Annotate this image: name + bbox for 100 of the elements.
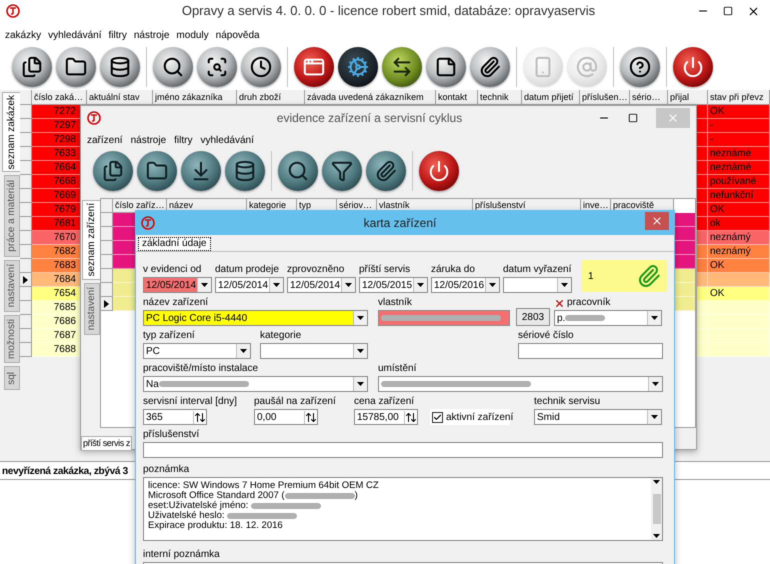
toolbar-button[interactable]	[93, 151, 133, 191]
toolbar-button[interactable]	[419, 151, 459, 191]
toolbar-button[interactable]	[338, 47, 378, 87]
field-label: pracoviště/místo instalace	[143, 363, 260, 375]
delete-icon[interactable]	[554, 298, 565, 308]
input-field[interactable]	[143, 442, 663, 458]
toolbar-button[interactable]	[137, 151, 177, 191]
close-button[interactable]	[645, 212, 669, 230]
table-cell: nefunkční	[710, 190, 754, 201]
side-tab[interactable]: možnosti	[4, 315, 20, 363]
date-field[interactable]: 12/05/2016	[431, 277, 500, 293]
toolbar-button[interactable]	[153, 47, 193, 87]
select-field[interactable]: PC Logic Core i5-4440	[143, 310, 368, 326]
menu-item[interactable]: vyhledávání	[200, 132, 254, 148]
window-title: evidence zařízení a servisní cyklus	[276, 110, 464, 127]
select-field[interactable]: Smid	[534, 409, 662, 425]
number-field[interactable]: 365	[143, 409, 207, 425]
field-label: poznámka	[143, 464, 190, 476]
toolbar-button[interactable]	[620, 47, 660, 87]
side-tab[interactable]: nastavení	[4, 260, 20, 312]
tab[interactable]: základní údaje	[138, 237, 210, 251]
power-icon	[428, 160, 450, 182]
date-field[interactable]: 12/05/2015	[359, 277, 428, 293]
table-cell: OK	[710, 204, 724, 215]
dropdown-arrow-icon	[240, 349, 247, 353]
toolbar-button[interactable]	[225, 151, 265, 191]
owner-button[interactable]: 2803	[516, 308, 550, 326]
toolbar-button[interactable]	[241, 47, 281, 87]
date-field[interactable]: 12/05/2014	[215, 277, 284, 293]
select-field[interactable]: PC	[143, 343, 251, 359]
toolbar-button[interactable]	[12, 47, 52, 87]
dropdown-arrow-icon	[651, 415, 658, 419]
menu-item[interactable]: nápověda	[216, 28, 260, 42]
toolbar-button[interactable]	[673, 47, 713, 87]
side-tab[interactable]: nastavení	[84, 283, 100, 335]
column-header: technik	[478, 90, 522, 105]
field-label: typ zařízení	[143, 330, 196, 342]
side-tab[interactable]: sql	[4, 366, 20, 390]
toolbar-button[interactable]	[56, 47, 96, 87]
menu-item[interactable]: moduly	[176, 28, 209, 42]
menu-item[interactable]: zakázky	[5, 28, 42, 42]
close-icon[interactable]	[747, 4, 760, 18]
magnifier-target-icon	[206, 56, 228, 78]
attachment-note[interactable]: 1	[582, 260, 667, 292]
toolbar-button[interactable]	[426, 47, 466, 87]
menu-item[interactable]: filtry	[108, 28, 127, 42]
side-tab[interactable]: práce a materiál	[4, 175, 20, 257]
toolbar-button[interactable]	[470, 47, 510, 87]
side-tab[interactable]: seznam zakázek	[2, 92, 20, 172]
row-selector[interactable]	[101, 297, 113, 311]
checkbox-label: aktivní zařízení	[446, 410, 514, 424]
number-field[interactable]: 0,00	[254, 409, 318, 425]
toolbar-button[interactable]	[181, 151, 221, 191]
menu-item[interactable]: filtry	[174, 132, 192, 148]
funnel-icon	[331, 160, 353, 182]
menu-item[interactable]: nástroje	[134, 28, 170, 42]
table-cell: OK	[710, 288, 724, 299]
owner-field[interactable]	[378, 310, 510, 326]
table-cell-text: 7633	[52, 147, 76, 160]
table-cell-text: 7679	[52, 203, 76, 216]
menu-item[interactable]: nástroje	[130, 132, 166, 148]
maximize-icon[interactable]	[723, 6, 733, 16]
toolbar-button[interactable]	[322, 151, 362, 191]
row-selector[interactable]	[20, 273, 32, 287]
maximize-icon[interactable]	[628, 113, 638, 123]
vertical-scrollbar[interactable]	[651, 478, 662, 540]
menu-item[interactable]: vyhledávání	[48, 28, 102, 42]
check-icon	[433, 412, 442, 422]
toolbar-button[interactable]	[100, 47, 140, 87]
table-cell-text: 7683	[52, 259, 76, 272]
toolbar-button[interactable]	[382, 47, 422, 87]
spin-arrows-icon	[193, 410, 206, 424]
toolbar-button[interactable]	[366, 151, 406, 191]
checkbox[interactable]	[432, 412, 443, 422]
number-field[interactable]: 15785,00	[354, 409, 418, 425]
bottom-tab[interactable]: příští servis z	[81, 436, 132, 451]
select-field[interactable]	[260, 343, 368, 359]
dropdown-arrow-icon	[345, 283, 352, 287]
note-textarea[interactable]: licence: SW Windows 7 Home Premium 64bit OEM CZ Microsoft Office Standard 2007 ( ) eset:Uživatelské jméno: Uživatelské heslo: Expirace produktu: 18. 12. 2016	[143, 477, 663, 541]
select-field[interactable]: Na	[143, 376, 368, 392]
window-title: Opravy a servis 4. 0. 0. 0 - licence robert smid, databáze: opravyaservis	[180, 2, 596, 20]
menu-item[interactable]: zařízení	[87, 132, 123, 148]
toolbar-button[interactable]	[294, 47, 334, 87]
table-cell-text: 7668	[52, 175, 76, 188]
note-line: Expirace produktu: 18. 12. 2016	[148, 521, 283, 531]
toolbar-button[interactable]	[278, 151, 318, 191]
date-field[interactable]: 12/05/2014	[287, 277, 356, 293]
field-label: sériové číslo	[518, 330, 575, 342]
row-pointer-icon	[104, 300, 109, 308]
table-cell-text: 7670	[52, 231, 76, 244]
field-label: vlastník	[378, 297, 413, 309]
table-cell-text: 7272	[52, 105, 76, 118]
side-tab[interactable]: seznam zařízení	[82, 200, 100, 280]
field-label: záruka do	[431, 264, 476, 276]
date-field[interactable]: 12/05/2014	[143, 277, 212, 293]
date-field[interactable]	[503, 277, 572, 293]
select-field[interactable]	[378, 376, 663, 392]
toolbar-button[interactable]	[197, 47, 237, 87]
select-field[interactable]: p.	[554, 310, 662, 326]
input-field[interactable]	[518, 343, 663, 359]
